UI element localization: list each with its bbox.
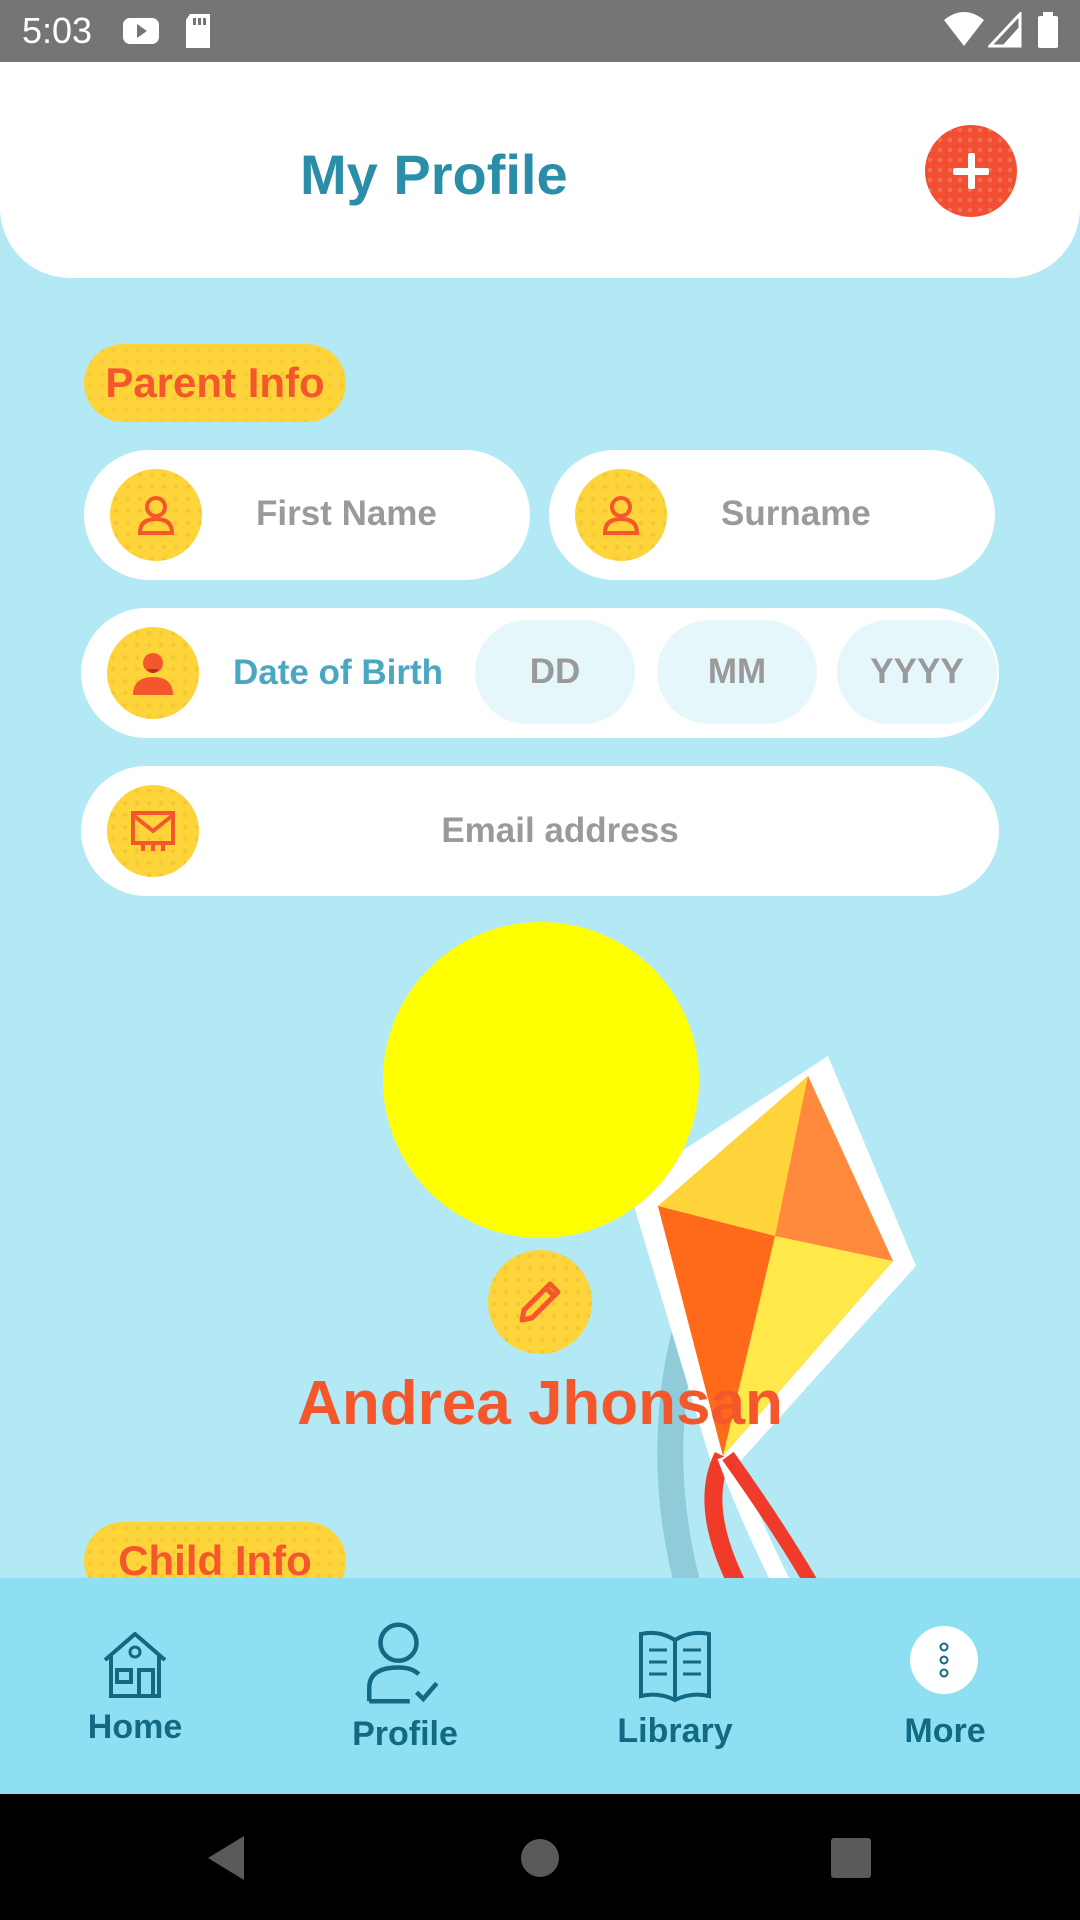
nav-label-home: Home <box>87 1708 183 1746</box>
recents-icon[interactable] <box>830 1834 872 1882</box>
bottom-navigation: Home Profile Library More <box>0 1578 1080 1794</box>
app-header: My Profile <box>0 62 1080 278</box>
back-icon[interactable] <box>204 1834 248 1882</box>
signal-icon <box>986 10 1022 53</box>
nav-label-library: Library <box>617 1712 733 1750</box>
youtube-icon <box>122 12 160 55</box>
date-of-birth-field: Date of Birth DD MM YYYY <box>81 608 999 738</box>
battery-icon <box>1036 12 1060 55</box>
dob-day-placeholder: DD <box>529 652 581 691</box>
person-icon <box>575 469 667 561</box>
home-icon <box>103 1632 167 1698</box>
profile-icon <box>367 1622 439 1704</box>
surname-placeholder: Surname <box>721 494 871 533</box>
person-icon <box>110 469 202 561</box>
page-title: My Profile <box>300 143 568 206</box>
sd-card-icon <box>182 12 214 55</box>
dob-month-placeholder: MM <box>707 652 767 691</box>
wifi-icon <box>942 12 986 53</box>
email-field[interactable]: Email address <box>81 766 999 896</box>
dob-label: Date of Birth <box>233 653 443 692</box>
edit-avatar-button[interactable] <box>488 1250 592 1354</box>
add-button[interactable] <box>925 125 1017 217</box>
child-info-label: Child Info <box>84 1522 346 1578</box>
home-button-icon[interactable] <box>520 1834 560 1882</box>
profile-content: Parent Info First Name Surname Date of B… <box>8 278 1080 1578</box>
user-name: Andrea Jhonsan <box>297 1369 783 1438</box>
status-bar: 5:03 <box>0 0 1080 62</box>
first-name-placeholder: First Name <box>256 494 437 533</box>
first-name-field[interactable]: First Name <box>84 450 530 580</box>
nav-label-profile: Profile <box>352 1715 458 1753</box>
nav-item-profile[interactable]: Profile <box>270 1578 540 1794</box>
nav-item-library[interactable]: Library <box>540 1578 810 1794</box>
parent-info-label: Parent Info <box>84 344 346 422</box>
more-icon <box>910 1626 978 1694</box>
nav-label-more: More <box>904 1712 986 1750</box>
surname-field[interactable]: Surname <box>549 450 995 580</box>
avatar[interactable] <box>383 922 699 1238</box>
dob-day-input[interactable]: DD <box>475 620 635 724</box>
book-icon <box>639 1630 711 1703</box>
system-navigation-bar <box>0 1794 1080 1920</box>
nav-item-more[interactable]: More <box>810 1578 1080 1794</box>
plus-icon <box>953 153 989 189</box>
dob-year-input[interactable]: YYYY <box>837 620 997 724</box>
status-time: 5:03 <box>22 10 93 51</box>
email-placeholder: Email address <box>441 811 679 850</box>
pencil-icon <box>519 1281 561 1323</box>
dob-year-placeholder: YYYY <box>870 652 964 691</box>
parent-avatar-icon <box>107 627 199 719</box>
nav-item-home[interactable]: Home <box>0 1578 270 1794</box>
dob-month-input[interactable]: MM <box>657 620 817 724</box>
